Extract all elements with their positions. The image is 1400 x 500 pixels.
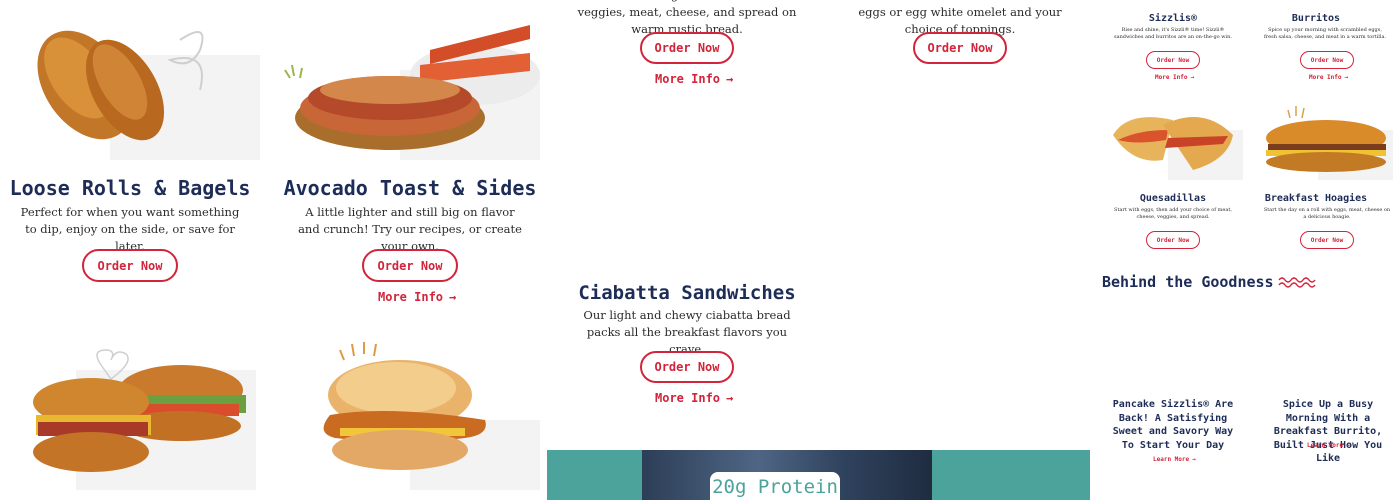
article-title: Pancake Sizzlis® Are Back! A Satisfying …	[1112, 399, 1234, 451]
arrow-right-icon: →	[1192, 456, 1196, 463]
chicken-sandwich-image	[323, 342, 540, 490]
sizzlis-more-info-link[interactable]: More Info →	[1155, 74, 1194, 81]
avocado-toast-image	[284, 25, 540, 160]
arrow-right-icon: →	[726, 391, 734, 405]
ciabatta-order-button[interactable]: Order Now	[640, 351, 734, 383]
quesadillas-desc: Start with eggs, then add your choice of…	[1114, 207, 1232, 220]
mini-card-quesadillas: Quesadillas Start with eggs, then add yo…	[1108, 180, 1238, 250]
sizzlis-title: Sizzlis®	[1148, 13, 1198, 24]
article-learn-more-link[interactable]: Learn More →	[1307, 442, 1350, 449]
hoagies-desc: Start the day on a roll with eggs, meat,…	[1263, 207, 1391, 220]
arrow-right-icon: →	[1344, 74, 1349, 81]
avocado-toast-order-button[interactable]: Order Now	[362, 249, 458, 282]
avocado-toast-title: Avocado Toast & Sides	[283, 176, 537, 200]
article-card-pancake[interactable]: Pancake Sizzlis® Are Back! A Satisfying …	[1108, 398, 1238, 468]
loose-rolls-card: Loose Rolls & Bagels Perfect for when yo…	[0, 0, 260, 300]
more-info-label: More Info	[1309, 74, 1342, 81]
more-info-label: More Info	[655, 72, 721, 86]
sizzlis-order-button[interactable]: Order Now	[1146, 51, 1200, 69]
top-middle-order-button[interactable]: Order Now	[640, 32, 734, 64]
loose-rolls-title: Loose Rolls & Bagels	[9, 176, 251, 200]
burritos-order-button[interactable]: Order Now	[1300, 51, 1354, 69]
more-info-label: More Info	[1155, 74, 1188, 81]
wave-decoration-icon	[1278, 277, 1316, 288]
loose-rolls-desc: Perfect for when you want something to d…	[20, 205, 240, 253]
avocado-toast-card: Avocado Toast & Sides A little lighter a…	[280, 0, 540, 310]
protein-promo-banner[interactable]: 20g Protein	[547, 450, 1090, 500]
arrow-right-icon: →	[449, 290, 457, 304]
more-info-label: More Info	[378, 290, 444, 304]
protein-badge-text: 20g Protein	[712, 476, 838, 498]
more-info-label: More Info	[655, 391, 721, 405]
article-card-burrito[interactable]: Spice Up a Busy Morning With a Breakfast…	[1260, 398, 1396, 468]
loose-rolls-order-button[interactable]: Order Now	[82, 249, 178, 282]
burritos-desc: Spice up your morning with scrambled egg…	[1263, 27, 1387, 40]
top-middle-more-info-link[interactable]: More Info →	[655, 72, 733, 86]
top-right-order-button[interactable]: Order Now	[913, 32, 1007, 64]
avocado-toast-desc: A little lighter and still big on flavor…	[298, 205, 522, 253]
mini-card-hoagies: Breakfast Hoagies Start the day on a rol…	[1260, 180, 1392, 250]
article-title: Spice Up a Busy Morning With a Breakfast…	[1273, 399, 1383, 464]
behind-the-goodness-heading: Behind the Goodness	[1102, 273, 1316, 291]
protein-badge: 20g Protein	[710, 472, 840, 500]
arrow-right-icon: →	[1346, 442, 1350, 449]
bagel-sandwiches-image	[33, 349, 256, 490]
hoagies-title: Breakfast Hoagies	[1264, 193, 1368, 204]
mini-card-burritos: Burritos Spice up your morning with scra…	[1260, 0, 1392, 90]
sizzlis-desc: Rise and shine, it's Sizzli® time! Sizzl…	[1114, 27, 1232, 40]
burritos-title: Burritos	[1291, 13, 1341, 24]
quesadillas-order-button[interactable]: Order Now	[1146, 231, 1200, 249]
ciabatta-title: Ciabatta Sandwiches	[578, 282, 796, 304]
quesadillas-title: Quesadillas	[1139, 193, 1207, 204]
arrow-right-icon: →	[726, 72, 734, 86]
arrow-right-icon: →	[1190, 74, 1195, 81]
bread-rolls-image	[37, 30, 260, 160]
breakfast-hoagie-image	[1266, 106, 1393, 180]
learn-more-label: Learn More	[1153, 456, 1190, 463]
hoagies-order-button[interactable]: Order Now	[1300, 231, 1354, 249]
learn-more-label: Learn More	[1307, 442, 1344, 449]
article-learn-more-link[interactable]: Learn More →	[1153, 456, 1196, 463]
quesadilla-image	[1113, 117, 1243, 180]
behind-heading-text: Behind the Goodness	[1102, 273, 1274, 291]
burritos-more-info-link[interactable]: More Info →	[1309, 74, 1348, 81]
mini-card-sizzlis: Sizzlis® Rise and shine, it's Sizzli® ti…	[1108, 0, 1238, 90]
ciabatta-more-info-link[interactable]: More Info →	[655, 391, 733, 405]
avocado-toast-more-info-link[interactable]: More Info →	[378, 290, 456, 304]
ciabatta-card: Ciabatta Sandwiches Our light and chewy …	[567, 280, 807, 415]
